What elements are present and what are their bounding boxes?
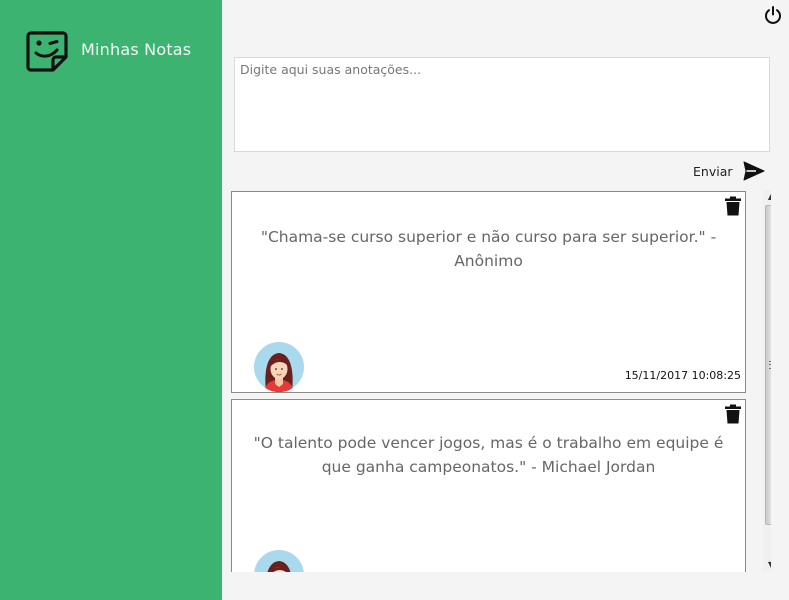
note-card: "O talento pode vencer jogos, mas é o tr… [231, 399, 746, 572]
app-title: Minhas Notas [81, 40, 192, 59]
power-icon[interactable] [763, 5, 783, 25]
scroll-grip [769, 361, 771, 369]
note-card: "Chama-se curso superior e não curso par… [231, 191, 746, 393]
main-panel: Enviar "Chama-se curso superior e não cu… [222, 0, 789, 600]
note-text: "Chama-se curso superior e não curso par… [260, 228, 717, 270]
sticky-note-smile-icon [26, 31, 68, 72]
note-input[interactable] [234, 57, 770, 152]
notes-list: "Chama-se curso superior e não curso par… [231, 190, 771, 572]
notes-scrollbar[interactable]: ▲ ▼ [763, 190, 771, 572]
note-timestamp: 15/11/2017 10:08:25 [624, 369, 741, 382]
send-label: Enviar [693, 163, 733, 179]
trash-icon[interactable] [724, 404, 742, 424]
sidebar: Minhas Notas [0, 0, 222, 600]
woman-avatar-icon [254, 342, 304, 392]
trash-icon[interactable] [724, 196, 742, 216]
scroll-thumb[interactable] [765, 205, 771, 525]
scroll-down-button[interactable]: ▼ [763, 558, 771, 572]
brand: Minhas Notas [26, 30, 191, 72]
send-button[interactable]: Enviar [693, 160, 765, 182]
send-icon [743, 161, 764, 181]
scroll-up-button[interactable]: ▲ [763, 190, 771, 204]
note-text: "O talento pode vencer jogos, mas é o tr… [253, 434, 724, 476]
woman-avatar-icon [254, 550, 304, 572]
